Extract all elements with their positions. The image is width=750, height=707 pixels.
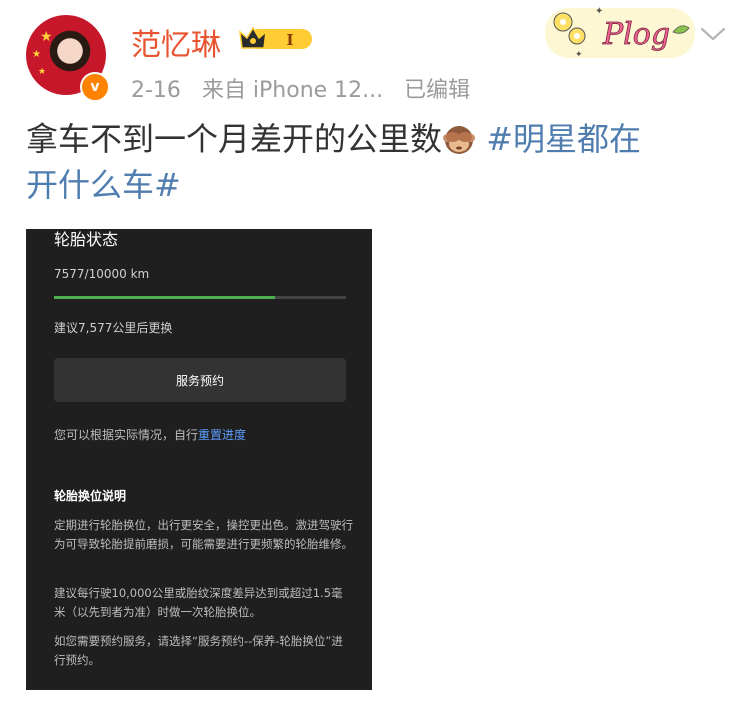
post-text: 拿车不到一个月差开的公里数 #明星都在 开什么车#: [26, 116, 726, 208]
see-no-evil-monkey-emoji: [443, 126, 476, 154]
svg-text:✦: ✦: [575, 50, 583, 60]
mileage-progress-fill: [54, 296, 276, 299]
mileage-readout: 7577/10000 km: [54, 267, 150, 281]
rotation-paragraph-1: 定期进行轮胎换位，出行更安全，操控更出色。激进驾驶行为可导致轮胎提前磨损，可能需…: [54, 518, 353, 551]
username[interactable]: 范忆琳: [131, 20, 221, 64]
tire-rotation-heading: 轮胎换位说明: [54, 489, 127, 503]
badge-level: I: [286, 31, 293, 49]
hashtag-link[interactable]: 开什么车#: [26, 166, 181, 204]
edited-label[interactable]: 已编辑: [404, 78, 470, 103]
verified-v-icon: v: [80, 72, 110, 102]
reset-prefix: 您可以根据实际情况，自行: [54, 428, 199, 442]
replacement-advice: 建议7,577公里后更换: [54, 321, 173, 335]
svg-text:✦: ✦: [595, 6, 603, 17]
service-booking-button: 服务预约: [54, 358, 346, 402]
plog-text: Plog: [602, 17, 670, 52]
vip-crown-badge[interactable]: I: [238, 24, 314, 54]
post-date: 2-16: [131, 78, 181, 103]
post-text-main: 拿车不到一个月差开的公里数: [26, 120, 443, 158]
post-source[interactable]: 来自 iPhone 12...: [202, 78, 383, 103]
star-decoration: ★: [40, 29, 53, 45]
chevron-down-icon[interactable]: [700, 26, 726, 42]
hashtag-link[interactable]: #明星都在: [486, 120, 641, 158]
star-decoration: ★: [32, 49, 41, 60]
plog-flower-sticker: ✦ ✦ Plog: [545, 6, 695, 60]
verified-mark: v: [90, 79, 100, 95]
rotation-paragraph-3: 如您需要预约服务，请选择“服务预约--保养-轮胎换位”进行预约。: [54, 634, 343, 667]
post-image[interactable]: 轮胎状态 7577/10000 km 建议7,577公里后更换 服务预约 您可以…: [26, 229, 372, 690]
mileage-progress-bar: [54, 296, 346, 299]
reset-progress-link: 重置进度: [198, 428, 247, 442]
star-decoration: ★: [38, 67, 47, 77]
rotation-paragraph-2: 建议每行驶10,000公里或胎纹深度差异达到或超过1.5毫米（以先到者为准）时做…: [54, 586, 343, 619]
post-meta: 2-16 来自 iPhone 12... 已编辑: [131, 72, 484, 104]
tire-status-title: 轮胎状态: [54, 230, 119, 249]
reset-progress-line: 您可以根据实际情况，自行重置进度: [54, 426, 246, 443]
